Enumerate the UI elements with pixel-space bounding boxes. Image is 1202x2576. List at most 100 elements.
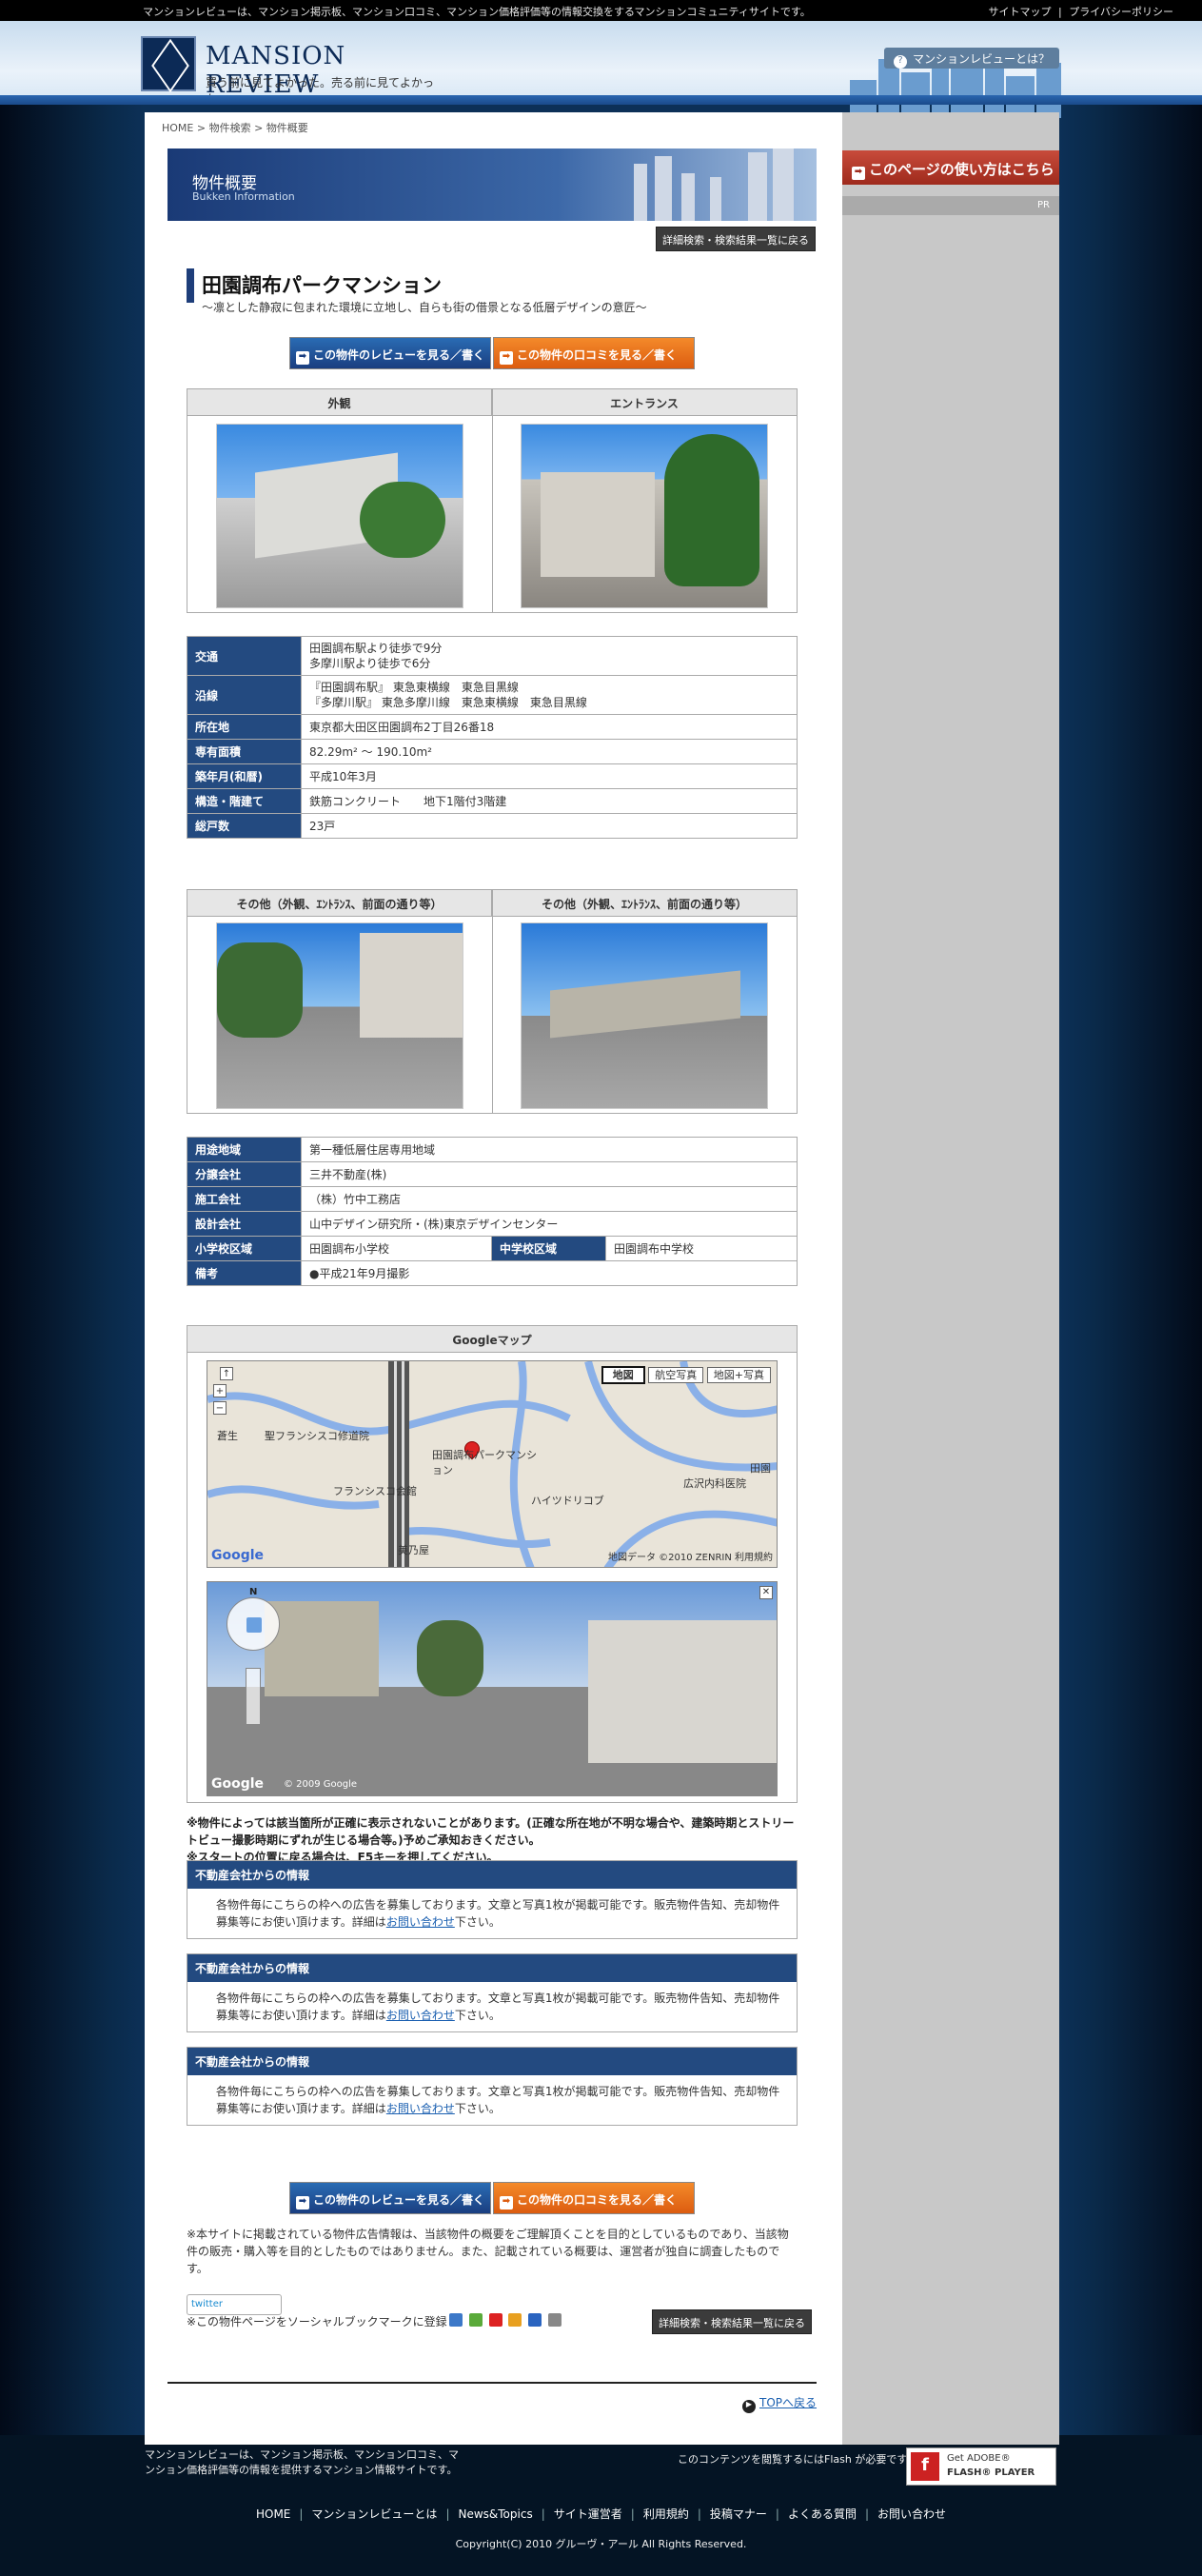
street-view-credit: © 2009 Google <box>284 1779 358 1790</box>
compass-icon <box>246 1617 262 1633</box>
yahoo-icon[interactable] <box>488 2313 502 2327</box>
footer-nav-item[interactable]: News&Topics <box>458 2507 532 2521</box>
contact-link[interactable]: お問い合わせ <box>386 1915 455 1929</box>
footer-nav: HOME | マンションレビューとは | News&Topics | サイト運営者 | 利用規約… <box>255 2507 947 2521</box>
details-value: 田園調布駅より徒歩で9分 多摩川駅より徒歩で6分 <box>301 636 798 676</box>
social-bookmark-icons <box>449 2313 564 2328</box>
realtor-info-block: 不動産会社からの情報各物件毎にこちらの枠への広告を募集しております。文章と写真1… <box>187 1860 798 1939</box>
review-button-bottom[interactable]: ➡ この物件のレビューを見る／書く <box>289 2182 491 2214</box>
arrow-icon: ➡ <box>500 2196 513 2209</box>
exterior-photo[interactable] <box>216 424 463 608</box>
arrow-icon: ➡ <box>852 167 865 180</box>
buzzurl-icon[interactable] <box>508 2313 522 2327</box>
map-label: 田園調布パークマンション <box>432 1449 537 1476</box>
map-notice: ※物件によっては該当箇所が正確に表示されないことがあります。(正確な所在地が不明… <box>187 1816 795 1864</box>
footer-nav-item[interactable]: 投稿マナー <box>710 2507 767 2521</box>
privacy-link[interactable]: プライバシーポリシー <box>1069 6 1173 18</box>
footer-nav-item[interactable]: お問い合わせ <box>877 2507 946 2521</box>
separator: | <box>1058 6 1062 18</box>
breadcrumb-home[interactable]: HOME <box>162 122 193 134</box>
google-bookmark-icon[interactable] <box>548 2313 562 2327</box>
hatena-icon[interactable] <box>449 2313 463 2327</box>
property-details-table: 交通 田園調布駅より徒歩で9分 多摩川駅より徒歩で6分 沿線 『田園調布駅』 東急東横… <box>187 636 798 839</box>
back-to-results-button-top[interactable]: 詳細検索・検索結果一覧に戻る <box>656 227 816 251</box>
details-label: 築年月(和暦) <box>187 763 302 789</box>
map-type-satellite[interactable]: 航空写真 <box>648 1367 704 1383</box>
site-logo[interactable]: MANSION REVIEW 買う前に見てよかった。売る前に見てよかった。 <box>141 36 455 106</box>
realtor-info-body: 各物件毎にこちらの枠への広告を募集しております。文章と写真1枚が掲載可能です。販… <box>216 1991 780 2022</box>
what-is-button[interactable]: ? マンションレビューとは？ <box>883 48 1059 69</box>
map-type-hybrid[interactable]: 地図+写真 <box>706 1367 771 1383</box>
details-label: 所在地 <box>187 714 302 740</box>
to-top-link[interactable]: ▶ TOPへ戻る <box>742 2394 817 2413</box>
street-photo-2[interactable] <box>521 922 768 1109</box>
street-view-close-icon[interactable]: ✕ <box>759 1586 773 1599</box>
property-details-table-2: 用途地域 第一種低層住居専用地域 分譲会社 三井不動産(株) 施工会社 （株）竹中工務… <box>187 1137 798 1286</box>
question-icon: ? <box>893 55 907 69</box>
arrow-icon: ➡ <box>296 2196 309 2209</box>
details-label: 総戸数 <box>187 813 302 839</box>
details-value: 『田園調布駅』 東急東横線 東急目黒線 『多摩川駅』 東急多摩川線 東急東横線 … <box>301 675 798 715</box>
street-photo-1[interactable] <box>216 922 463 1109</box>
google-map[interactable]: ↑ + − 地図 航空写真 地図+写真 田園調布パークマンション 聖フランシスコ… <box>207 1360 778 1568</box>
get-flash-player-badge[interactable]: f Get ADOBE® FLASH® PLAYER <box>906 2447 1056 2486</box>
street-view[interactable]: N ✕ Google © 2009 Google <box>207 1581 778 1796</box>
realtor-info-block: 不動産会社からの情報各物件毎にこちらの枠への広告を募集しております。文章と写真1… <box>187 1953 798 2032</box>
delicious-icon[interactable] <box>528 2313 542 2327</box>
map-label: 蒼生 <box>217 1430 238 1442</box>
kuchikomi-button-top[interactable]: ➡ この物件の口コミを見る／書く <box>493 337 695 369</box>
footer-nav-item[interactable]: 利用規約 <box>643 2507 689 2521</box>
details-row: 交通 田園調布駅より徒歩で9分 多摩川駅より徒歩で6分 <box>187 636 798 676</box>
entrance-photo[interactable] <box>521 424 768 608</box>
livedoor-icon[interactable] <box>468 2313 483 2327</box>
footer-nav-item[interactable]: よくある質問 <box>788 2507 857 2521</box>
realtor-info-title: 不動産会社からの情報 <box>187 1954 797 1982</box>
arrow-icon: ➡ <box>500 351 513 365</box>
sitemap-link[interactable]: サイトマップ <box>989 6 1052 18</box>
details-label: 構造・階建て <box>187 788 302 814</box>
details-row: 専有面積 82.29m² ～ 190.10m² <box>187 739 798 764</box>
details-value: 鉄筋コンクリート 地下1階付3階建 <box>301 788 798 814</box>
kuchikomi-button-bottom[interactable]: ➡ この物件の口コミを見る／書く <box>493 2182 695 2214</box>
google-logo: Google <box>211 1548 265 1563</box>
map-type-map[interactable]: 地図 <box>601 1366 645 1384</box>
property-catchcopy: ～凛とした静寂に包まれた環境に立地し、自らも街の借景となる低層デザインの意匠～ <box>202 301 647 314</box>
details-row: 構造・階建て 鉄筋コンクリート 地下1階付3階建 <box>187 788 798 814</box>
property-name: 田園調布パークマンション <box>202 274 442 297</box>
contact-link[interactable]: お問い合わせ <box>386 2102 455 2115</box>
map-credit: 地図データ ©2010 ZENRIN 利用規約 <box>607 1553 773 1563</box>
street-view-nav-control[interactable]: N <box>227 1587 280 1651</box>
google-map-box: Googleマップ ↑ + − 地図 航空写真 地図+写真 田園調布パークマンシ… <box>187 1325 798 1803</box>
realtor-info-block: 不動産会社からの情報 各物件毎にこちらの枠への広告を募集しております。文章と写真1… <box>187 2047 798 2126</box>
site-tagline: マンションレビューは、マンション掲示板、マンション口コミ、マンション価格評価等の… <box>143 6 811 18</box>
back-to-results-button-bottom[interactable]: 詳細検索・検索結果一覧に戻る <box>652 2309 812 2334</box>
photo-caption: 外観 <box>187 389 492 416</box>
realtor-info-title: 不動産会社からの情報 <box>187 1861 797 1889</box>
pr-label: PR <box>842 196 1059 215</box>
photo-table-1: 外観 エントランス <box>187 388 798 613</box>
review-button-top[interactable]: ➡ この物件のレビューを見る／書く <box>289 337 491 369</box>
breadcrumb-search[interactable]: 物件検索 <box>209 122 251 134</box>
details-row: 総戸数 23戸 <box>187 813 798 839</box>
details-value: 平成10年3月 <box>301 763 798 789</box>
photo-caption: その他（外観、ｴﾝﾄﾗﾝｽ、前面の通り等） <box>187 890 492 917</box>
section-banner: 物件概要 Bukken Information <box>167 149 817 221</box>
map-label: 聖フランシスコ修道院 <box>265 1430 369 1442</box>
flash-icon: f <box>911 2452 939 2481</box>
map-label: 広沢内科医院 <box>683 1477 746 1490</box>
realtor-info-body: 各物件毎にこちらの枠への広告を募集しております。文章と写真1枚が掲載可能です。販… <box>216 1898 780 1929</box>
howto-button[interactable]: ➡ このページの使い方はこちら <box>842 150 1059 185</box>
footer-nav-item[interactable]: サイト運営者 <box>554 2507 622 2521</box>
twitter-button[interactable]: twitter <box>187 2294 282 2315</box>
details-value: 23戸 <box>301 813 798 839</box>
details-label: 交通 <box>187 636 302 676</box>
top-bar: マンションレビューは、マンション掲示板、マンション口コミ、マンション価格評価等の… <box>0 0 1202 21</box>
footer-nav-item[interactable]: HOME <box>256 2507 290 2521</box>
contact-link[interactable]: お問い合わせ <box>386 2009 455 2022</box>
breadcrumb: HOME > 物件検索 > 物件概要 <box>162 122 308 134</box>
footer-nav-item[interactable]: マンションレビューとは <box>311 2507 437 2521</box>
street-view-zoom-slider[interactable] <box>246 1668 261 1725</box>
logo-cube-icon <box>141 36 196 91</box>
details-row: 所在地 東京都大田区田園調布2丁目26番18 <box>187 714 798 740</box>
photo-caption: その他（外観、ｴﾝﾄﾗﾝｽ、前面の通り等） <box>492 890 797 917</box>
